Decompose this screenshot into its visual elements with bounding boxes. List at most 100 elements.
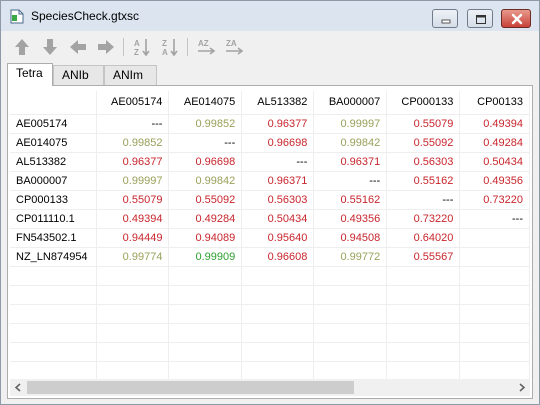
table-cell[interactable]: 0.50434 [241, 209, 315, 229]
column-header[interactable]: AE005174 [96, 91, 170, 115]
empty-cell [386, 361, 461, 379]
empty-cell [386, 304, 461, 324]
tab-anim[interactable]: ANIm [104, 65, 157, 85]
row-header[interactable]: AE014075 [10, 133, 97, 153]
column-header[interactable]: BA000007 [313, 91, 388, 115]
row-header[interactable]: BA000007 [10, 171, 97, 191]
table-cell[interactable]: 0.56303 [241, 190, 315, 210]
table-cell[interactable]: 0.99997 [96, 171, 170, 191]
table-cell[interactable]: 0.49394 [459, 114, 530, 134]
table-cell[interactable]: 0.94089 [168, 228, 243, 248]
scroll-right-icon[interactable] [513, 379, 530, 396]
table-cell[interactable]: 0.94508 [313, 228, 388, 248]
table-cell[interactable]: 0.96371 [241, 171, 315, 191]
arrow-right-icon[interactable] [95, 36, 117, 58]
table-cell[interactable]: --- [386, 190, 461, 210]
table-cell[interactable]: 0.49394 [96, 209, 170, 229]
corner-cell [10, 91, 97, 115]
svg-text:ZA: ZA [226, 39, 237, 48]
table-cell[interactable]: 0.55079 [386, 114, 461, 134]
minimize-button[interactable] [432, 9, 458, 28]
table-cell[interactable]: 0.96608 [241, 247, 315, 267]
table-row[interactable]: NZ_LN874954 0.99774 0.99909 0.96608 0.99772 0… [10, 247, 530, 267]
table-cell[interactable]: 0.96698 [168, 152, 243, 172]
table-row[interactable]: CP000133 0.55079 0.55092 0.56303 0.55162 --- 0… [10, 190, 530, 210]
tab-anib[interactable]: ANIb [53, 65, 104, 85]
table-cell[interactable]: 0.64020 [386, 228, 461, 248]
arrow-down-icon[interactable] [39, 36, 61, 58]
row-header[interactable]: AE005174 [10, 114, 97, 134]
table-cell[interactable]: 0.50434 [459, 152, 530, 172]
maximize-button[interactable] [467, 9, 493, 28]
horizontal-scrollbar[interactable] [10, 379, 530, 396]
sort-az-right-icon[interactable]: AZ [195, 36, 217, 58]
row-header[interactable]: CP000133 [10, 190, 97, 210]
table-cell[interactable]: 0.99772 [313, 247, 388, 267]
table-cell[interactable]: 0.55162 [386, 171, 461, 191]
table-cell[interactable] [459, 247, 530, 267]
row-header[interactable]: AL513382 [10, 152, 97, 172]
table-row[interactable]: AE005174 --- 0.99852 0.96377 0.99997 0.55079 0… [10, 114, 530, 134]
table-cell[interactable]: 0.55092 [386, 133, 461, 153]
row-header[interactable]: FN543502.1 [10, 228, 97, 248]
scrollbar-thumb[interactable] [27, 381, 354, 394]
table-cell[interactable]: 0.55567 [386, 247, 461, 267]
table-cell[interactable]: 0.96371 [313, 152, 388, 172]
table-cell[interactable]: 0.99774 [96, 247, 170, 267]
column-header[interactable]: AE014075 [168, 91, 243, 115]
sort-za-right-icon[interactable]: ZA [223, 36, 245, 58]
table-cell[interactable]: 0.99997 [313, 114, 388, 134]
sort-az-down-icon[interactable]: A Z [131, 36, 153, 58]
sort-za-down-icon[interactable]: Z A [159, 36, 181, 58]
table-row[interactable]: AE014075 0.99852 --- 0.96698 0.99842 0.55092 0… [10, 133, 530, 153]
empty-cell [459, 304, 530, 324]
table-cell[interactable]: 0.99852 [168, 114, 243, 134]
table-cell[interactable]: --- [459, 209, 530, 229]
table-cell[interactable]: --- [313, 171, 388, 191]
table-cell[interactable]: 0.55079 [96, 190, 170, 210]
column-header[interactable]: CP00133 [459, 91, 530, 115]
empty-cell [168, 323, 243, 343]
table-cell[interactable]: 0.99842 [313, 133, 388, 153]
table-row[interactable]: FN543502.1 0.94449 0.94089 0.95640 0.94508 0.… [10, 228, 530, 248]
table-cell[interactable]: 0.99909 [168, 247, 243, 267]
table-cell[interactable]: 0.94449 [96, 228, 170, 248]
table-cell[interactable]: 0.49284 [459, 133, 530, 153]
arrow-up-icon[interactable] [11, 36, 33, 58]
table-cell[interactable]: 0.99852 [96, 133, 170, 153]
table-cell[interactable]: 0.56303 [386, 152, 461, 172]
table-cell[interactable]: --- [96, 114, 170, 134]
row-header[interactable]: NZ_LN874954 [10, 247, 97, 267]
close-button[interactable] [501, 9, 531, 28]
table-cell[interactable]: 0.55092 [168, 190, 243, 210]
table-row[interactable]: AL513382 0.96377 0.96698 --- 0.96371 0.56303 0… [10, 152, 530, 172]
table-cell[interactable]: 0.96377 [241, 114, 315, 134]
title-bar[interactable]: SpeciesCheck.gtxsc [1, 1, 539, 31]
data-grid[interactable]: AE005174 AE014075 AL513382 BA000007 CP000133… [10, 91, 530, 379]
table-cell[interactable]: --- [168, 133, 243, 153]
table-cell[interactable]: 0.49356 [459, 171, 530, 191]
table-cell[interactable]: 0.99842 [168, 171, 243, 191]
table-cell[interactable]: --- [241, 152, 315, 172]
column-header[interactable]: AL513382 [241, 91, 315, 115]
toolbar-separator [187, 38, 188, 56]
table-row[interactable]: BA000007 0.99997 0.99842 0.96371 --- 0.55162 0… [10, 171, 530, 191]
table-cell[interactable]: 0.73220 [459, 190, 530, 210]
table-cell[interactable]: 0.95640 [241, 228, 315, 248]
table-cell[interactable]: 0.49356 [313, 209, 388, 229]
scroll-left-icon[interactable] [10, 379, 27, 396]
table-cell[interactable]: 0.55162 [313, 190, 388, 210]
main-window: SpeciesCheck.gtxsc A Z Z A AZ ZA Tetra A… [0, 0, 540, 405]
svg-text:Z: Z [162, 39, 167, 48]
column-header[interactable]: CP000133 [386, 91, 461, 115]
row-header[interactable]: CP011110.1 [10, 209, 97, 229]
table-cell[interactable]: 0.96377 [96, 152, 170, 172]
empty-cell [96, 266, 170, 286]
table-row[interactable]: CP011110.1 0.49394 0.49284 0.50434 0.49356 0.… [10, 209, 530, 229]
table-cell[interactable] [459, 228, 530, 248]
table-cell[interactable]: 0.73220 [386, 209, 461, 229]
arrow-left-icon[interactable] [67, 36, 89, 58]
table-cell[interactable]: 0.49284 [168, 209, 243, 229]
table-cell[interactable]: 0.96698 [241, 133, 315, 153]
tab-tetra[interactable]: Tetra [7, 63, 53, 86]
